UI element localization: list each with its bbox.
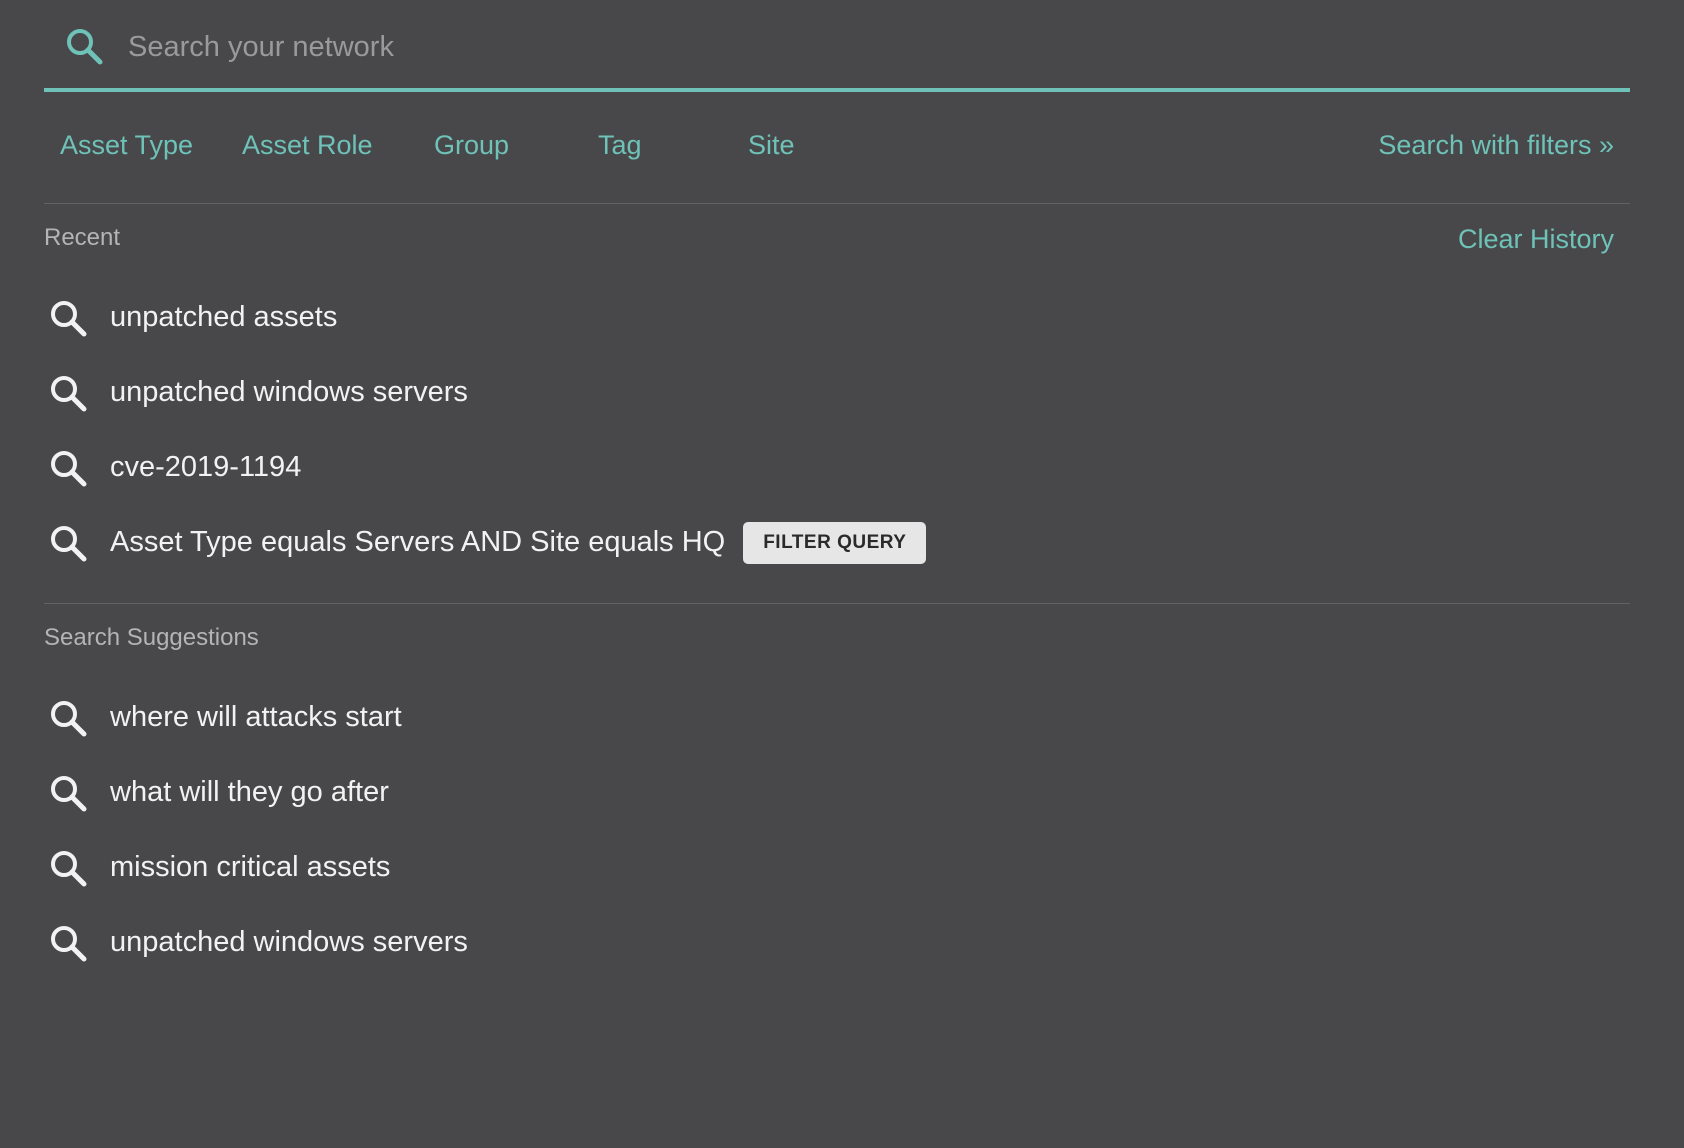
search-icon <box>48 773 88 813</box>
list-item-label: unpatched windows servers <box>110 376 468 408</box>
section-title-suggestions: Search Suggestions <box>44 624 259 651</box>
list-item[interactable]: where will attacks start <box>44 680 1630 755</box>
list-item[interactable]: unpatched windows servers <box>44 905 1630 980</box>
clear-history-button[interactable]: Clear History <box>1458 224 1614 255</box>
search-icon <box>48 298 88 338</box>
search-icon <box>48 698 88 738</box>
recent-section: Recent Clear History unpatched assets un… <box>44 204 1630 604</box>
section-title-recent: Recent <box>44 224 121 251</box>
suggestions-list: where will attacks start what will they … <box>44 680 1630 980</box>
search-panel: Asset Type Asset Role Group Tag Site Sea… <box>44 0 1630 1024</box>
list-item-label: what will they go after <box>110 776 389 808</box>
search-bar <box>44 0 1630 92</box>
list-item[interactable]: cve-2019-1194 <box>44 430 1630 505</box>
tab-site[interactable]: Site <box>748 130 795 161</box>
suggestions-section: Search Suggestions where will attacks st… <box>44 604 1630 1024</box>
search-icon <box>48 448 88 488</box>
list-item-label: cve-2019-1194 <box>110 451 302 483</box>
search-icon <box>48 848 88 888</box>
tab-tag[interactable]: Tag <box>598 130 642 161</box>
list-item[interactable]: mission critical assets <box>44 830 1630 905</box>
list-item-label: unpatched windows servers <box>110 926 468 958</box>
list-item[interactable]: unpatched windows servers <box>44 355 1630 430</box>
tab-asset-type[interactable]: Asset Type <box>60 130 193 161</box>
list-item-label: mission critical assets <box>110 851 391 883</box>
tab-asset-role[interactable]: Asset Role <box>242 130 373 161</box>
list-item[interactable]: unpatched assets <box>44 280 1630 355</box>
list-item[interactable]: Asset Type equals Servers AND Site equal… <box>44 505 1630 580</box>
search-icon <box>48 373 88 413</box>
list-item-label: Asset Type equals Servers AND Site equal… <box>110 526 726 558</box>
list-item-label: unpatched assets <box>110 301 338 333</box>
search-icon <box>48 523 88 563</box>
search-input[interactable] <box>126 22 1530 72</box>
list-item-label: where will attacks start <box>110 701 402 733</box>
search-with-filters-link[interactable]: Search with filters » <box>1378 130 1614 161</box>
recent-list: unpatched assets unpatched windows serve… <box>44 280 1630 580</box>
search-icon <box>48 923 88 963</box>
search-icon <box>64 26 104 66</box>
list-item[interactable]: what will they go after <box>44 755 1630 830</box>
tab-group[interactable]: Group <box>434 130 509 161</box>
filter-tabs: Asset Type Asset Role Group Tag Site Sea… <box>44 92 1630 204</box>
filter-query-badge: FILTER QUERY <box>743 521 927 564</box>
